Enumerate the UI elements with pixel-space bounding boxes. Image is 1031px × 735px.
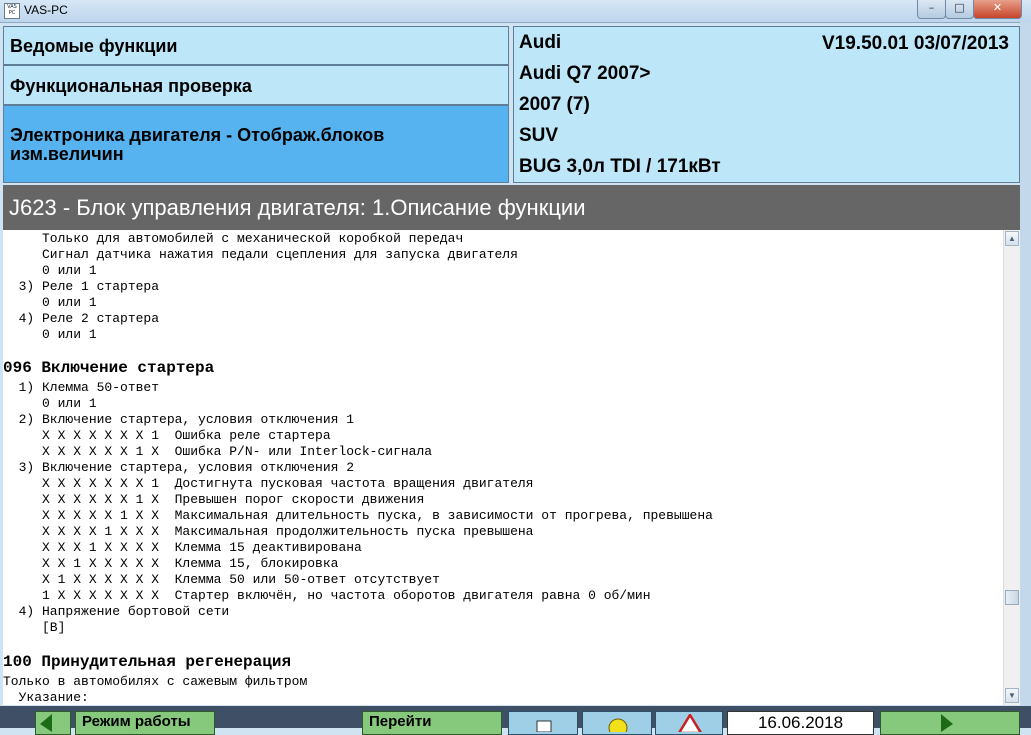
text-line: X X X X 1 X X X Максимальная продолжител…: [3, 524, 534, 539]
back-button[interactable]: [35, 711, 71, 735]
printer-icon: [536, 720, 552, 732]
text-line: X X X X X X 1 X Ошибка P/N- или Interloc…: [3, 444, 433, 459]
text-line: 3) Включение стартера, условия отключени…: [3, 460, 355, 475]
text-line: X X X X X X X 1 Достигнута пусковая част…: [3, 476, 534, 491]
vehicle-model: Audi Q7 2007>: [519, 63, 651, 84]
window-titlebar[interactable]: VAS PC VAS-PC – □ ✕: [0, 0, 1031, 23]
date-display: 16.06.2018: [727, 711, 874, 735]
bottom-toolbar: Режим работы Перейти 16.06.2018: [0, 706, 1031, 735]
nav-item-guided-functions[interactable]: Ведомые функции: [3, 26, 509, 65]
group-heading: 096 Включение стартера: [3, 359, 215, 377]
group-heading: 100 Принудительная регенерация: [3, 653, 292, 671]
section-title: J623 - Блок управления двигателя: 1.Опис…: [3, 185, 1020, 230]
text-line: 0 или 1: [3, 295, 97, 310]
text-line: Сигнал датчика нажатия педали сцепления …: [3, 247, 518, 262]
scroll-down-icon[interactable]: ▼: [1005, 688, 1019, 703]
vehicle-info-panel: Audi V19.50.01 03/07/2013 Audi Q7 2007> …: [513, 26, 1020, 183]
help-icon: [608, 718, 628, 732]
text-line: 1) Клемма 50-ответ: [3, 380, 160, 395]
text-line: Только для автомобилей с механической ко…: [3, 231, 464, 246]
arrow-left-icon: [40, 714, 52, 732]
text-line: X 1 X X X X X X Клемма 50 или 50-ответ о…: [3, 572, 440, 587]
text-line: 0 или 1: [3, 396, 97, 411]
goto-button[interactable]: Перейти: [362, 711, 502, 735]
function-description-text[interactable]: Только для автомобилей с механической ко…: [3, 230, 1003, 705]
text-line: 4) Реле 2 стартера: [3, 311, 160, 326]
text-line: 4) Напряжение бортовой сети: [3, 604, 230, 619]
text-line: 0 или 1: [3, 263, 97, 278]
text-line: X X X X X X 1 X Превышен порог скорости …: [3, 492, 425, 507]
vehicle-year: 2007 (7): [519, 94, 590, 115]
text-line: 0 или 1: [3, 327, 97, 342]
vehicle-engine: BUG 3,0л TDI / 171кВт: [519, 156, 721, 177]
nav-item-engine-electronics-line2: изм.величин: [10, 144, 124, 164]
arrow-right-icon: [941, 714, 953, 732]
next-button[interactable]: [880, 711, 1020, 735]
text-line: X X X X X X X 1 Ошибка реле стартера: [3, 428, 331, 443]
navigation-panel: Ведомые функции Функциональная проверка …: [3, 26, 511, 183]
nav-item-engine-electronics-line1: Электроника двигателя - Отображ.блоков: [10, 125, 385, 145]
help-button[interactable]: [582, 711, 652, 735]
nav-item-function-test[interactable]: Функциональная проверка: [3, 65, 509, 105]
text-line: X X X 1 X X X X Клемма 15 деактивирована: [3, 540, 362, 555]
nav-item-engine-electronics[interactable]: Электроника двигателя - Отображ.блоков и…: [3, 105, 509, 183]
print-button[interactable]: [508, 711, 578, 735]
close-button[interactable]: ✕: [973, 0, 1022, 19]
window-title: VAS-PC: [24, 3, 68, 17]
vehicle-body: SUV: [519, 125, 559, 146]
warning-button[interactable]: [655, 711, 723, 735]
text-line: X X X X X 1 X X Максимальная длительност…: [3, 508, 713, 523]
text-line: 1 X X X X X X X Стартер включён, но част…: [3, 588, 651, 603]
scroll-up-icon[interactable]: ▲: [1005, 231, 1019, 246]
minimize-button[interactable]: –: [917, 0, 946, 19]
vertical-scrollbar[interactable]: ▲ ▼: [1003, 230, 1020, 705]
app-icon: VAS PC: [4, 3, 20, 19]
window-right-border: [1020, 22, 1031, 728]
text-line: 2) Включение стартера, условия отключени…: [3, 412, 355, 427]
text-line: X X 1 X X X X X Клемма 15, блокировка: [3, 556, 339, 571]
text-line: Указание:: [3, 690, 89, 705]
text-line: [В]: [3, 620, 66, 635]
text-line: Только в автомобилях с сажевым фильтром: [3, 674, 308, 689]
software-version: V19.50.01 03/07/2013: [821, 33, 1009, 54]
text-line: 3) Реле 1 стартера: [3, 279, 160, 294]
maximize-button[interactable]: □: [945, 0, 974, 19]
warning-icon: [678, 714, 702, 732]
operating-mode-button[interactable]: Режим работы: [75, 711, 215, 735]
vehicle-brand: Audi: [519, 32, 562, 53]
scroll-thumb[interactable]: [1005, 590, 1019, 605]
